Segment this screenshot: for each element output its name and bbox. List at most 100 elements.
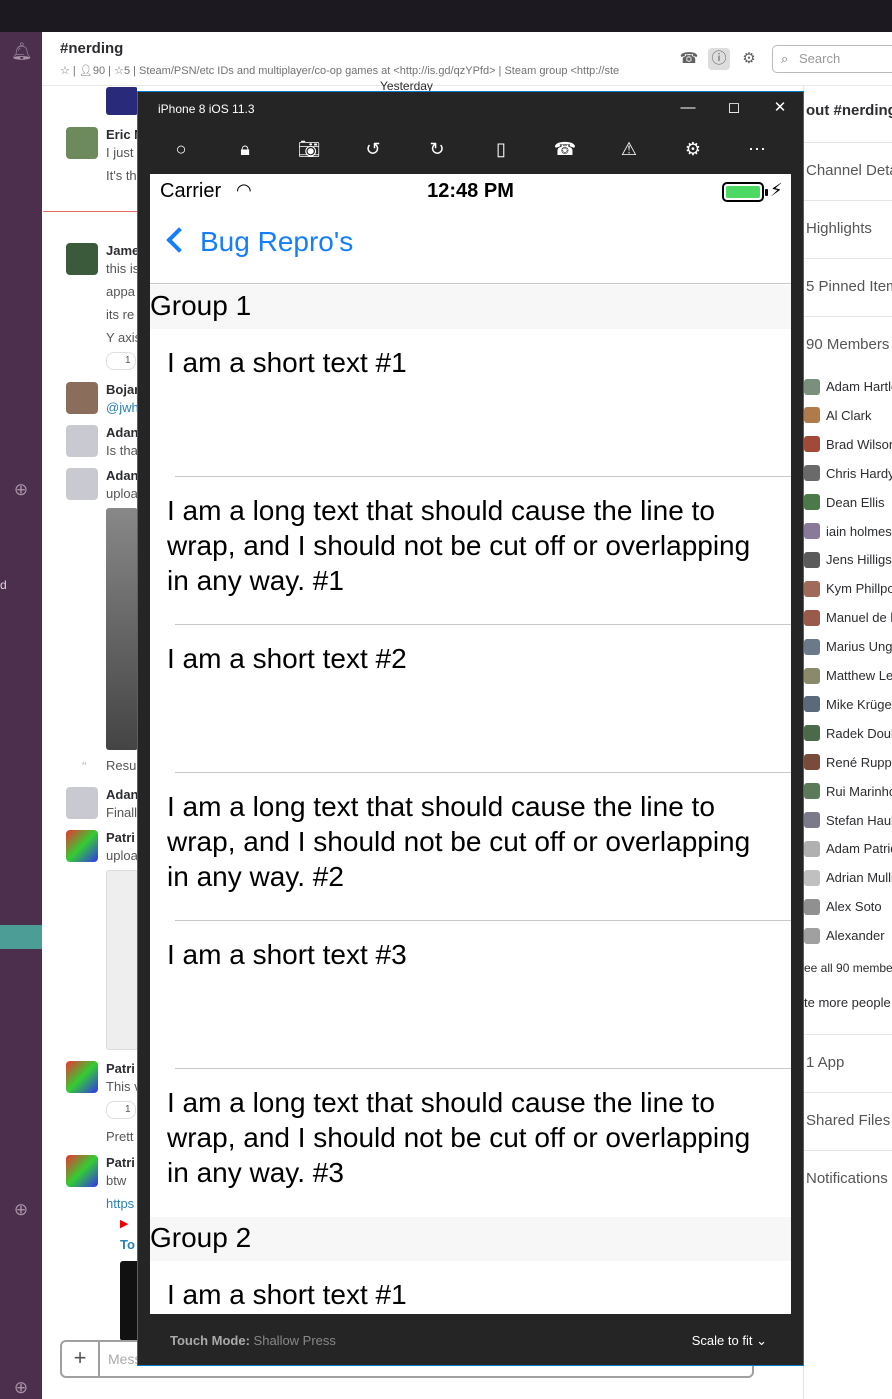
message-author[interactable]: Adan (106, 425, 137, 440)
avatar[interactable] (66, 1061, 98, 1093)
settings-icon[interactable]: ⚙ (673, 134, 713, 164)
close-button[interactable]: ✕ (765, 96, 795, 120)
member-item[interactable]: Stefan Haubold (804, 806, 892, 835)
member-item[interactable]: Rui Marinho (804, 777, 892, 806)
more-icon[interactable]: ⋯ (737, 134, 777, 164)
member-item[interactable]: Alex Soto (804, 892, 882, 921)
message-author[interactable]: Patri (106, 830, 135, 845)
message-author[interactable]: Bojan (106, 382, 137, 397)
add-dm-icon[interactable]: ⊕ (11, 1200, 31, 1220)
rotate-left-icon[interactable]: ↺ (353, 134, 393, 164)
member-item[interactable]: Manuel de la (804, 603, 892, 632)
star-icon[interactable]: ☆ (60, 65, 70, 77)
channel-name[interactable]: #nerding (60, 40, 123, 57)
plus-icon[interactable]: + (62, 1342, 100, 1376)
avatar[interactable] (66, 425, 98, 457)
avatar[interactable] (66, 468, 98, 500)
video-thumbnail[interactable] (120, 1261, 137, 1340)
section-pinned-items[interactable]: 5 Pinned Items (804, 258, 892, 316)
table-row[interactable]: I am a long text that should cause the l… (150, 773, 791, 921)
section-apps[interactable]: 1 App (804, 1034, 892, 1092)
member-item[interactable]: Al Clark (804, 401, 872, 430)
member-count[interactable]: 90 (93, 65, 105, 77)
avatar[interactable] (66, 127, 98, 159)
member-item[interactable]: Radek Doulik (804, 719, 892, 748)
search-input[interactable]: ⌕ Search (772, 45, 892, 73)
member-item[interactable]: iain holmes (804, 517, 892, 546)
member-item[interactable]: Adam Patridge (804, 834, 892, 863)
table-row[interactable]: I am a long text that should cause the l… (150, 1069, 791, 1217)
member-avatar (804, 898, 820, 915)
back-button[interactable]: Bug Repro's (162, 226, 353, 258)
camera-icon[interactable]: 📷︎ (289, 134, 329, 164)
bell-icon[interactable]: 🔔︎ (11, 42, 33, 62)
phone-icon[interactable]: ☎ (678, 48, 700, 70)
reaction-badge[interactable]: 1 (106, 1101, 136, 1119)
member-item[interactable]: Chris Hardy (804, 459, 892, 488)
uploaded-photo[interactable] (106, 508, 137, 750)
see-all-members-link[interactable]: ee all 90 members (804, 961, 892, 975)
reaction-badge[interactable]: 1 (106, 352, 136, 370)
gear-icon[interactable]: ⚙ (738, 48, 760, 70)
member-avatar (804, 551, 820, 568)
message-author[interactable]: Patri (106, 1155, 135, 1170)
member-item[interactable]: René Ruppert (804, 748, 892, 777)
section-notifications[interactable]: Notifications (804, 1150, 892, 1208)
member-item[interactable]: Adrian Mullins (804, 863, 892, 892)
message-author[interactable]: Jame (106, 243, 137, 258)
touch-mode-value[interactable]: Shallow Press (254, 1333, 336, 1348)
mention-link[interactable]: @jwh (106, 400, 137, 415)
avatar[interactable] (66, 382, 98, 414)
message-author[interactable]: Adan (106, 787, 137, 802)
scale-dropdown[interactable]: Scale to fit ⌄ (692, 1333, 767, 1349)
shake-icon[interactable]: ▯ (481, 134, 521, 164)
avatar[interactable] (66, 787, 98, 819)
add-app-icon[interactable]: ⊕ (11, 1378, 31, 1398)
section-members[interactable]: 90 Members (804, 316, 892, 374)
table-row[interactable]: I am a short text #3 (150, 921, 791, 1069)
rotate-right-icon[interactable]: ↻ (417, 134, 457, 164)
member-item[interactable]: Brad Wilson (804, 430, 892, 459)
table-view[interactable]: Group 1 I am a short text #1 I am a long t… (150, 285, 791, 1314)
sidebar-selected-channel[interactable] (0, 925, 42, 949)
call-icon[interactable]: ☎ (545, 134, 585, 164)
minimize-button[interactable]: — (673, 96, 703, 120)
row-label: I am a long text that should cause the l… (167, 1087, 751, 1188)
message-author[interactable]: Patri (106, 1061, 135, 1076)
section-shared-files[interactable]: Shared Files (804, 1092, 892, 1150)
message-author[interactable]: Adan (106, 468, 137, 483)
avatar[interactable] (66, 243, 98, 275)
lock-icon[interactable]: 🔒︎ (225, 134, 265, 164)
avatar[interactable] (66, 830, 98, 862)
member-item[interactable]: Marius Ungureanu (804, 632, 892, 661)
home-icon[interactable]: ○ (161, 134, 201, 164)
invite-people-link[interactable]: te more people (804, 995, 891, 1010)
table-row[interactable]: I am a short text #2 (150, 625, 791, 773)
member-item[interactable]: Alexander (804, 921, 885, 950)
member-item[interactable]: Kym Phillpotts (804, 574, 892, 603)
section-channel-details[interactable]: Channel Details (804, 142, 892, 200)
image-attachment[interactable] (106, 87, 137, 115)
maximize-button[interactable]: ◻ (719, 96, 749, 120)
member-item[interactable]: Matthew Leibowitz (804, 661, 892, 690)
pin-count[interactable]: 5 (124, 65, 130, 77)
link-preview-title[interactable]: To (120, 1237, 135, 1252)
uploaded-file[interactable] (106, 870, 137, 1050)
avatar[interactable] (66, 1155, 98, 1187)
member-item[interactable]: Jens Hilligsøe (804, 545, 892, 574)
table-row[interactable]: I am a short text #1 (150, 1261, 791, 1314)
section-highlights[interactable]: Highlights (804, 200, 892, 258)
member-name: Brad Wilson (826, 436, 892, 452)
add-channel-icon[interactable]: ⊕ (11, 480, 31, 500)
info-icon[interactable]: ⓘ (708, 48, 730, 70)
member-item[interactable]: Adam Hartley (804, 372, 892, 401)
pin-icon: ☆ (114, 65, 124, 77)
warning-icon[interactable]: ⚠ (609, 134, 649, 164)
message-author[interactable]: Eric N (106, 127, 137, 142)
table-row[interactable]: I am a short text #1 (150, 329, 791, 477)
message-link[interactable]: https (106, 1196, 134, 1211)
table-row[interactable]: I am a long text that should cause the l… (150, 477, 791, 625)
member-item[interactable]: Mike Krüger (804, 690, 892, 719)
member-avatar (804, 927, 820, 944)
member-item[interactable]: Dean Ellis (804, 488, 885, 517)
